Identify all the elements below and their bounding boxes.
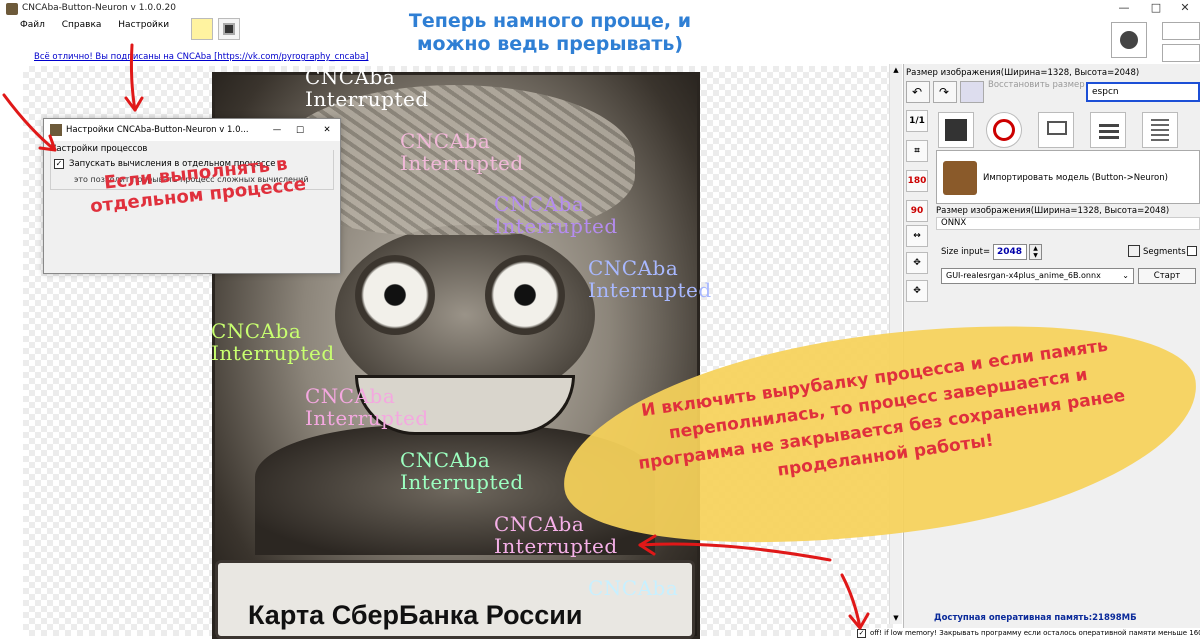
arrow-left xyxy=(2,93,57,152)
annotation-arrows xyxy=(2,43,870,630)
arrow-watermark xyxy=(638,542,832,562)
arrow-checkbox xyxy=(840,573,862,630)
arrow-top xyxy=(129,43,137,112)
